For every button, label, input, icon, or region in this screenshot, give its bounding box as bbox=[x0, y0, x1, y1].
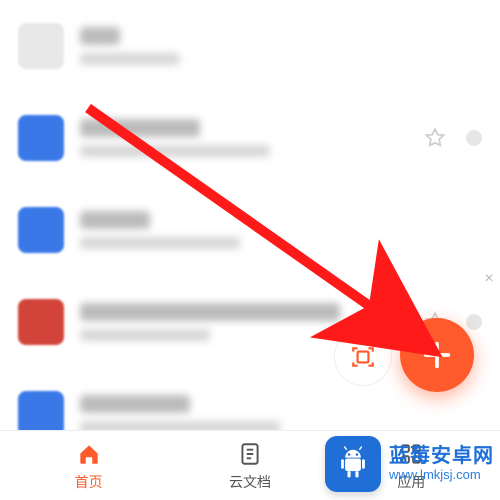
item-title bbox=[80, 27, 120, 45]
item-subtitle bbox=[80, 145, 270, 157]
item-text bbox=[80, 119, 406, 157]
file-thumbnail bbox=[18, 23, 64, 69]
tab-home[interactable]: 首页 bbox=[29, 440, 149, 492]
watermark: 蓝莓安卓网 www.lmkjsj.com bbox=[325, 436, 494, 492]
item-text bbox=[80, 27, 482, 65]
item-title bbox=[80, 119, 200, 137]
star-icon[interactable] bbox=[422, 125, 448, 151]
list-item[interactable] bbox=[18, 0, 482, 92]
list-item[interactable] bbox=[18, 92, 482, 184]
item-title bbox=[80, 211, 150, 229]
file-thumbnail bbox=[18, 299, 64, 345]
tab-label: 云文档 bbox=[229, 472, 271, 492]
item-text bbox=[80, 395, 482, 433]
scan-button[interactable] bbox=[334, 328, 392, 386]
item-title bbox=[80, 395, 190, 413]
list-item[interactable] bbox=[18, 184, 482, 276]
close-icon[interactable]: × bbox=[478, 256, 500, 302]
plus-icon bbox=[420, 338, 454, 372]
android-robot-icon bbox=[334, 445, 372, 483]
file-thumbnail bbox=[18, 207, 64, 253]
item-actions bbox=[422, 125, 482, 151]
doc-icon bbox=[237, 440, 263, 468]
watermark-url: www.lmkjsj.com bbox=[389, 468, 494, 483]
item-title bbox=[80, 303, 340, 321]
home-icon bbox=[76, 440, 102, 468]
watermark-title: 蓝莓安卓网 bbox=[389, 445, 494, 468]
item-subtitle bbox=[80, 329, 210, 341]
watermark-logo-icon bbox=[325, 436, 381, 492]
tab-cloud[interactable]: 云文档 bbox=[190, 440, 310, 492]
more-icon[interactable] bbox=[466, 314, 482, 330]
tab-label: 首页 bbox=[75, 472, 103, 492]
scan-icon bbox=[350, 344, 376, 370]
document-list bbox=[0, 0, 500, 460]
more-icon[interactable] bbox=[466, 130, 482, 146]
watermark-text: 蓝莓安卓网 www.lmkjsj.com bbox=[389, 445, 494, 483]
close-label: × bbox=[484, 270, 493, 288]
item-text bbox=[80, 211, 482, 249]
add-button[interactable] bbox=[400, 318, 474, 392]
item-subtitle bbox=[80, 237, 240, 249]
item-subtitle bbox=[80, 53, 180, 65]
file-thumbnail bbox=[18, 115, 64, 161]
